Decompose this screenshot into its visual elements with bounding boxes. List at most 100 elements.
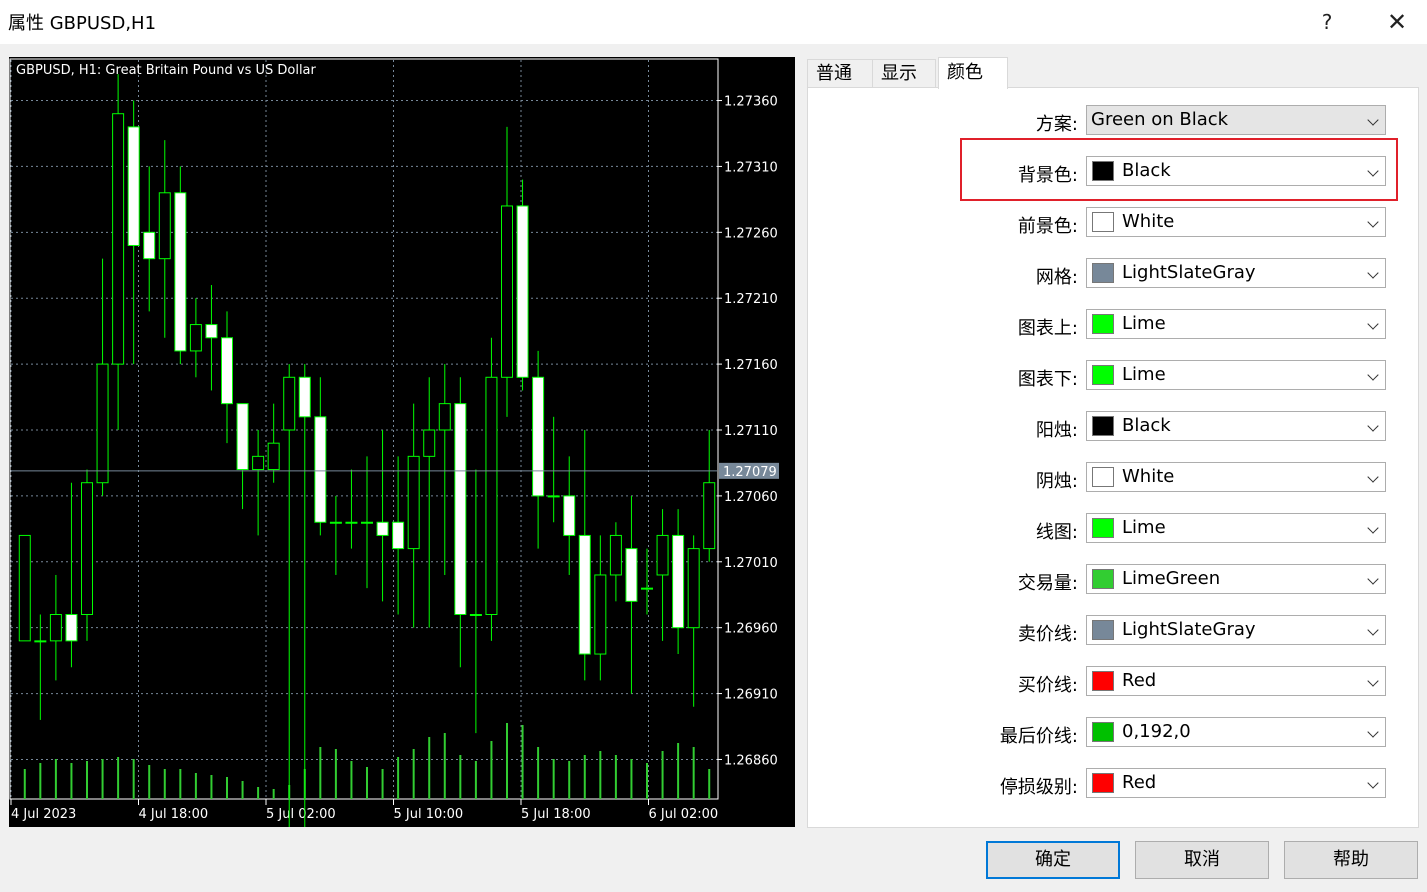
color-select-last-price-line[interactable]: 0,192,0: [1086, 717, 1386, 747]
candle-body: [501, 205, 513, 378]
y-tick-label: 1.27210: [724, 292, 778, 307]
color-select-foreground[interactable]: White: [1086, 207, 1386, 237]
x-tick-label: 4 Jul 2023: [11, 807, 76, 822]
color-swatch: [1092, 722, 1114, 742]
candle-body: [376, 521, 389, 536]
color-value: Lime: [1122, 364, 1166, 385]
chevron-down-icon: [1367, 624, 1379, 636]
candle-body: [532, 376, 545, 497]
color-value: LightSlateGray: [1122, 619, 1256, 640]
color-value: Lime: [1122, 517, 1166, 538]
candle-body: [112, 113, 125, 365]
candle-body: [687, 548, 700, 629]
color-value: Red: [1122, 670, 1157, 691]
candle-body: [96, 363, 109, 484]
tab-display[interactable]: 显示: [872, 59, 936, 88]
color-row-line-chart: 线图: Lime: [808, 513, 1418, 545]
tab-colors[interactable]: 颜色: [938, 57, 1008, 89]
color-value: Black: [1122, 160, 1171, 181]
color-swatch: [1092, 569, 1114, 589]
color-value: 0,192,0: [1122, 721, 1191, 742]
color-select-bid-line[interactable]: LightSlateGray: [1086, 615, 1386, 645]
color-swatch: [1092, 467, 1114, 487]
color-select-line-chart[interactable]: Lime: [1086, 513, 1386, 543]
candle-body: [298, 376, 311, 418]
color-row-stop-level: 停损级别: Red: [808, 768, 1418, 800]
color-select-ask-line[interactable]: Red: [1086, 666, 1386, 696]
color-value: Lime: [1122, 313, 1166, 334]
chevron-down-icon: [1367, 420, 1379, 432]
color-row-bull-candle: 阳烛: Black: [808, 411, 1418, 443]
ok-button[interactable]: 确定: [986, 841, 1120, 879]
color-swatch: [1092, 365, 1114, 385]
candle-body: [345, 521, 358, 524]
color-swatch: [1092, 773, 1114, 793]
scheme-select[interactable]: Green on Black: [1086, 105, 1386, 135]
chevron-down-icon: [1367, 318, 1379, 330]
help-icon[interactable]: ?: [1297, 0, 1357, 44]
help-button[interactable]: 帮助: [1284, 841, 1418, 879]
color-row-label: 阴烛:: [1035, 471, 1078, 492]
candle-body: [205, 324, 218, 339]
chart-preview: 1.27360 1.27310 1.27260 1.27210 1.27160 1.271…: [9, 57, 795, 827]
color-value: Black: [1122, 415, 1171, 436]
color-swatch: [1092, 416, 1114, 436]
tab-general[interactable]: 普通: [807, 59, 873, 88]
chevron-down-icon: [1367, 369, 1379, 381]
color-select-bear-candle[interactable]: White: [1086, 462, 1386, 492]
color-swatch: [1092, 314, 1114, 334]
chevron-down-icon: [1367, 675, 1379, 687]
color-select-grid[interactable]: LightSlateGray: [1086, 258, 1386, 288]
chevron-down-icon: [1367, 267, 1379, 279]
candle-body: [361, 521, 373, 524]
color-row-label: 交易量:: [1017, 573, 1078, 594]
color-row-label: 线图:: [1035, 522, 1078, 543]
color-select-bull-candle[interactable]: Black: [1086, 411, 1386, 441]
color-select-stop-level[interactable]: Red: [1086, 768, 1386, 798]
color-select-bar-up[interactable]: Lime: [1086, 309, 1386, 339]
color-select-bar-down[interactable]: Lime: [1086, 360, 1386, 390]
candle-body: [625, 548, 638, 602]
color-row-volumes: 交易量: LimeGreen: [808, 564, 1418, 596]
color-row-bar-down: 图表下: Lime: [808, 360, 1418, 392]
candle-body: [516, 205, 529, 378]
color-row-foreground: 前景色: White: [808, 207, 1418, 239]
cancel-button[interactable]: 取消: [1135, 841, 1269, 879]
color-select-background[interactable]: Black: [1086, 156, 1386, 186]
candle-body: [236, 403, 249, 471]
chevron-down-icon: [1367, 165, 1379, 177]
candle-body: [267, 442, 280, 471]
chevron-down-icon: [1367, 114, 1379, 126]
close-icon[interactable]: ✕: [1367, 0, 1427, 44]
chevron-down-icon: [1367, 216, 1379, 228]
color-row-label: 停损级别:: [999, 777, 1078, 798]
candle-body: [392, 521, 405, 550]
color-select-volumes[interactable]: LimeGreen: [1086, 564, 1386, 594]
y-tick-label: 1.26960: [724, 622, 778, 637]
candle-body: [609, 534, 622, 576]
colors-panel: 方案: Green on Black 背景色: Black 前景色: White 网格:…: [807, 87, 1419, 828]
color-row-grid: 网格: LightSlateGray: [808, 258, 1418, 290]
color-row-label: 前景色:: [1017, 216, 1078, 237]
color-value: LimeGreen: [1122, 568, 1221, 589]
candle-body: [594, 574, 607, 655]
window-title: 属性 GBPUSD,H1: [8, 13, 157, 34]
candle-body: [49, 614, 62, 642]
candle-body: [703, 482, 716, 550]
color-row-label: 买价线:: [1017, 675, 1078, 696]
y-tick-label: 1.27360: [724, 95, 778, 110]
scheme-row: 方案: Green on Black: [808, 105, 1418, 137]
candle-body: [81, 482, 93, 616]
candle-body: [158, 192, 171, 260]
color-row-label: 网格:: [1035, 267, 1078, 288]
candle-body: [283, 376, 296, 431]
scheme-value: Green on Black: [1091, 109, 1229, 130]
color-swatch: [1092, 620, 1114, 640]
color-row-background: 背景色: Black: [808, 156, 1418, 188]
x-tick-label: 5 Jul 18:00: [521, 807, 591, 822]
chevron-down-icon: [1367, 777, 1379, 789]
candle-body: [221, 337, 233, 405]
y-tick-label: 1.26910: [724, 688, 778, 703]
x-tick-label: 5 Jul 10:00: [394, 807, 464, 822]
color-row-label: 背景色:: [1017, 165, 1078, 186]
